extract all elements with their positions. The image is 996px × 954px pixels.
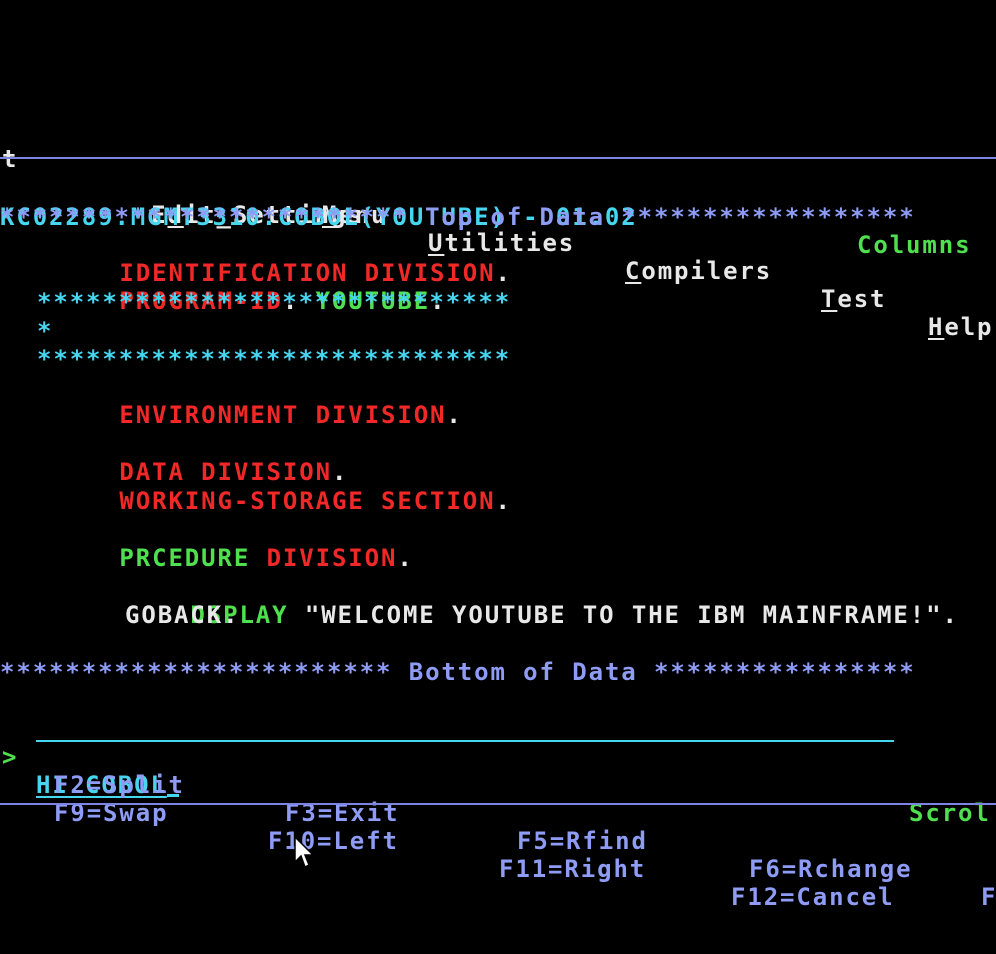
code-line-display[interactable]: DSPLAY "WELCOME YOUTUBE TO THE IBM MAINF… bbox=[125, 573, 959, 629]
code-period: . bbox=[397, 544, 414, 572]
terminal-screen: t Edit_Settings Menu Utilities Compilers… bbox=[0, 0, 996, 954]
code-identifier: PRCEDURE bbox=[119, 544, 267, 572]
code-keyword: ENVIRONMENT DIVISION bbox=[119, 401, 447, 429]
code-line-comment[interactable]: ***************************** bbox=[37, 288, 511, 316]
fkey-f12-cancel[interactable]: F12=Cancel bbox=[731, 883, 895, 911]
code-period: . bbox=[495, 259, 512, 287]
code-keyword: WORKING-STORAGE SECTION bbox=[119, 487, 496, 515]
code-period: . bbox=[495, 487, 512, 515]
code-line-procedure[interactable]: PRCEDURE DIVISION. bbox=[54, 516, 414, 572]
fkey-truncated[interactable]: F bbox=[981, 883, 996, 911]
fkey-f5-rfind[interactable]: F5=Rfind bbox=[517, 827, 648, 855]
function-keys-row-1: F2=Split F3=Exit F5=Rfind F6=Rchange F bbox=[0, 743, 996, 911]
fkey-f6-rchange[interactable]: F6=Rchange bbox=[749, 855, 913, 883]
code-line-comment[interactable]: ***************************** bbox=[37, 345, 511, 373]
code-line-program-id[interactable]: PROGRAM-ID. YOUTUBE. bbox=[54, 259, 446, 315]
top-of-data-marker: ************************* Top of Data **… bbox=[0, 203, 916, 231]
fkey-f11-right[interactable]: F11=Right bbox=[499, 855, 646, 883]
code-line-working-storage[interactable]: WORKING-STORAGE SECTION. bbox=[54, 459, 512, 515]
code-line-environment[interactable]: ENVIRONMENT DIVISION. bbox=[54, 373, 463, 429]
code-line-comment[interactable]: * bbox=[37, 317, 53, 345]
fkey-f10-left[interactable]: F10=Left bbox=[268, 827, 399, 855]
columns-label: Columns bbox=[857, 231, 972, 259]
menu-item-truncated[interactable]: t bbox=[2, 145, 18, 173]
mouse-pointer-icon bbox=[294, 836, 315, 869]
code-keyword: DIVISION bbox=[266, 544, 398, 572]
menu-item-help[interactable]: Help bbox=[928, 313, 993, 341]
code-line-identification[interactable]: IDENTIFICATION DIVISION. bbox=[54, 231, 512, 287]
bottom-separator bbox=[0, 803, 996, 805]
menu-item-compilers[interactable]: Compilers bbox=[625, 257, 772, 285]
code-period: . bbox=[446, 401, 463, 429]
function-keys-row-2: F9=Swap F10=Left F11=Right F12=Cancel bbox=[0, 771, 996, 911]
code-line-data-division[interactable]: DATA DIVISION. bbox=[54, 430, 348, 486]
edit-header: KC02289.MGMT3310.COBOL(YOUTUBE) - 01.02 … bbox=[0, 175, 996, 259]
bottom-of-data-marker: ************************ Bottom of Data … bbox=[0, 658, 916, 686]
code-line-goback[interactable]: GOBACK. bbox=[125, 601, 239, 629]
menu-separator bbox=[0, 157, 996, 159]
command-input-underline bbox=[36, 740, 894, 742]
menu-bar: t Edit_Settings Menu Utilities Compilers… bbox=[0, 117, 996, 341]
command-row: > HI COBOL Scrol bbox=[0, 715, 996, 827]
code-string-literal: "WELCOME YOUTUBE TO THE IBM MAINFRAME!". bbox=[304, 601, 959, 629]
menu-item-test[interactable]: Test bbox=[821, 285, 886, 313]
